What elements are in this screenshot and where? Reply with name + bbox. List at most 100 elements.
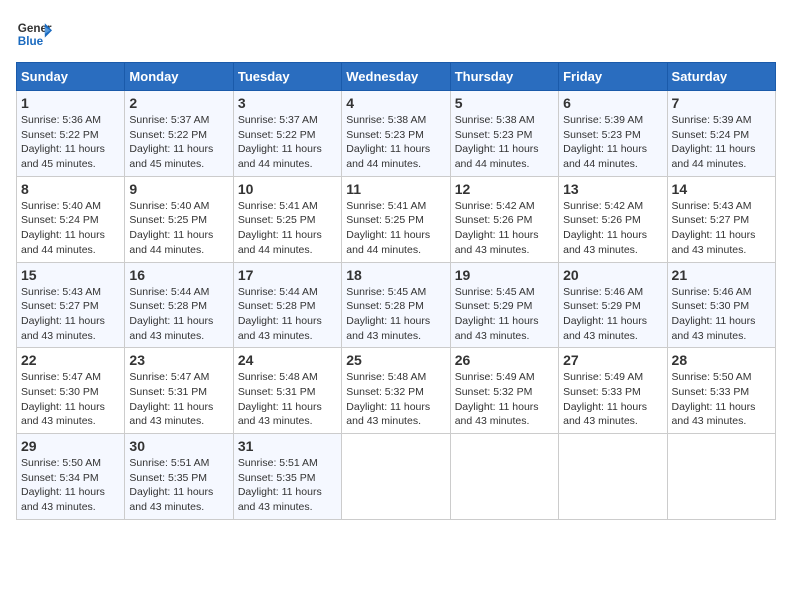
calendar-cell: 13Sunrise: 5:42 AMSunset: 5:26 PMDayligh… xyxy=(559,176,667,262)
day-info: Sunrise: 5:48 AMSunset: 5:31 PMDaylight:… xyxy=(238,371,322,427)
day-info: Sunrise: 5:37 AMSunset: 5:22 PMDaylight:… xyxy=(129,114,213,170)
calendar-cell: 25 Sunrise: 5:48 AMSunset: 5:32 PMDayligh… xyxy=(342,348,450,434)
day-info: Sunrise: 5:50 AMSunset: 5:34 PMDaylight:… xyxy=(21,457,105,513)
calendar-cell: 15 Sunrise: 5:43 AMSunset: 5:27 PMDayligh… xyxy=(17,262,125,348)
day-info: Sunrise: 5:45 AMSunset: 5:28 PMDaylight:… xyxy=(346,286,430,342)
day-info: Sunrise: 5:48 AMSunset: 5:32 PMDaylight:… xyxy=(346,371,430,427)
day-number: 8 xyxy=(21,181,120,197)
day-info: Sunrise: 5:47 AMSunset: 5:30 PMDaylight:… xyxy=(21,371,105,427)
day-number: 6 xyxy=(563,95,662,111)
calendar-cell: 28 Sunrise: 5:50 AMSunset: 5:33 PMDayligh… xyxy=(667,348,775,434)
calendar-cell: 4 Sunrise: 5:38 AMSunset: 5:23 PMDaylight… xyxy=(342,91,450,177)
day-info: Sunrise: 5:47 AMSunset: 5:31 PMDaylight:… xyxy=(129,371,213,427)
day-info: Sunrise: 5:46 AMSunset: 5:29 PMDaylight:… xyxy=(563,286,647,342)
day-number: 18 xyxy=(346,267,445,283)
day-info: Sunrise: 5:43 AMSunset: 5:27 PMDaylight:… xyxy=(672,200,756,256)
day-info: Sunrise: 5:39 AMSunset: 5:23 PMDaylight:… xyxy=(563,114,647,170)
day-number: 4 xyxy=(346,95,445,111)
calendar-cell: 1 Sunrise: 5:36 AMSunset: 5:22 PMDaylight… xyxy=(17,91,125,177)
calendar-cell: 14 Sunrise: 5:43 AMSunset: 5:27 PMDayligh… xyxy=(667,176,775,262)
day-info: Sunrise: 5:38 AMSunset: 5:23 PMDaylight:… xyxy=(346,114,430,170)
day-info: Sunrise: 5:39 AMSunset: 5:24 PMDaylight:… xyxy=(672,114,756,170)
logo-icon: General Blue xyxy=(16,16,52,52)
day-header-thursday: Thursday xyxy=(450,63,558,91)
calendar-cell xyxy=(342,434,450,520)
calendar-cell: 27 Sunrise: 5:49 AMSunset: 5:33 PMDayligh… xyxy=(559,348,667,434)
day-header-friday: Friday xyxy=(559,63,667,91)
day-info: Sunrise: 5:51 AMSunset: 5:35 PMDaylight:… xyxy=(129,457,213,513)
day-number: 26 xyxy=(455,352,554,368)
day-number: 1 xyxy=(21,95,120,111)
calendar-cell: 31 Sunrise: 5:51 AMSunset: 5:35 PMDayligh… xyxy=(233,434,341,520)
calendar-cell: 12Sunrise: 5:42 AMSunset: 5:26 PMDayligh… xyxy=(450,176,558,262)
calendar-table: SundayMondayTuesdayWednesdayThursdayFrid… xyxy=(16,62,776,520)
day-header-wednesday: Wednesday xyxy=(342,63,450,91)
day-number: 24 xyxy=(238,352,337,368)
day-number: 21 xyxy=(672,267,771,283)
day-header-saturday: Saturday xyxy=(667,63,775,91)
day-info: Sunrise: 5:41 AMSunset: 5:25 PMDaylight:… xyxy=(346,200,430,256)
day-number: 25 xyxy=(346,352,445,368)
day-info: Sunrise: 5:46 AMSunset: 5:30 PMDaylight:… xyxy=(672,286,756,342)
calendar-cell: 21 Sunrise: 5:46 AMSunset: 5:30 PMDayligh… xyxy=(667,262,775,348)
day-info: Sunrise: 5:45 AMSunset: 5:29 PMDaylight:… xyxy=(455,286,539,342)
day-number: 29 xyxy=(21,438,120,454)
day-info: Sunrise: 5:50 AMSunset: 5:33 PMDaylight:… xyxy=(672,371,756,427)
day-number: 15 xyxy=(21,267,120,283)
day-number: 27 xyxy=(563,352,662,368)
day-info: Sunrise: 5:51 AMSunset: 5:35 PMDaylight:… xyxy=(238,457,322,513)
day-info: Sunrise: 5:43 AMSunset: 5:27 PMDaylight:… xyxy=(21,286,105,342)
calendar-cell: 7 Sunrise: 5:39 AMSunset: 5:24 PMDaylight… xyxy=(667,91,775,177)
day-info: Sunrise: 5:37 AMSunset: 5:22 PMDaylight:… xyxy=(238,114,322,170)
day-number: 17 xyxy=(238,267,337,283)
calendar-cell: 23Sunrise: 5:47 AMSunset: 5:31 PMDayligh… xyxy=(125,348,233,434)
calendar-cell: 20 Sunrise: 5:46 AMSunset: 5:29 PMDayligh… xyxy=(559,262,667,348)
day-number: 11 xyxy=(346,181,445,197)
day-number: 20 xyxy=(563,267,662,283)
day-number: 2 xyxy=(129,95,228,111)
day-info: Sunrise: 5:40 AMSunset: 5:24 PMDaylight:… xyxy=(21,200,105,256)
calendar-cell xyxy=(559,434,667,520)
day-info: Sunrise: 5:42 AMSunset: 5:26 PMDaylight:… xyxy=(563,200,647,256)
day-info: Sunrise: 5:49 AMSunset: 5:32 PMDaylight:… xyxy=(455,371,539,427)
day-number: 22 xyxy=(21,352,120,368)
calendar-cell xyxy=(450,434,558,520)
calendar-cell: 29 Sunrise: 5:50 AMSunset: 5:34 PMDayligh… xyxy=(17,434,125,520)
day-number: 31 xyxy=(238,438,337,454)
calendar-cell: 5 Sunrise: 5:38 AMSunset: 5:23 PMDaylight… xyxy=(450,91,558,177)
calendar-cell: 18 Sunrise: 5:45 AMSunset: 5:28 PMDayligh… xyxy=(342,262,450,348)
day-number: 12 xyxy=(455,181,554,197)
day-number: 14 xyxy=(672,181,771,197)
calendar-cell: 24 Sunrise: 5:48 AMSunset: 5:31 PMDayligh… xyxy=(233,348,341,434)
calendar-week-4: 22 Sunrise: 5:47 AMSunset: 5:30 PMDayligh… xyxy=(17,348,776,434)
header: General Blue xyxy=(16,16,776,52)
day-number: 9 xyxy=(129,181,228,197)
day-info: Sunrise: 5:49 AMSunset: 5:33 PMDaylight:… xyxy=(563,371,647,427)
day-number: 10 xyxy=(238,181,337,197)
day-number: 19 xyxy=(455,267,554,283)
calendar-cell: 22 Sunrise: 5:47 AMSunset: 5:30 PMDayligh… xyxy=(17,348,125,434)
day-number: 28 xyxy=(672,352,771,368)
calendar-week-2: 8 Sunrise: 5:40 AMSunset: 5:24 PMDaylight… xyxy=(17,176,776,262)
day-header-monday: Monday xyxy=(125,63,233,91)
calendar-cell: 10 Sunrise: 5:41 AMSunset: 5:25 PMDayligh… xyxy=(233,176,341,262)
calendar-week-5: 29 Sunrise: 5:50 AMSunset: 5:34 PMDayligh… xyxy=(17,434,776,520)
day-info: Sunrise: 5:40 AMSunset: 5:25 PMDaylight:… xyxy=(129,200,213,256)
day-info: Sunrise: 5:44 AMSunset: 5:28 PMDaylight:… xyxy=(129,286,213,342)
day-header-tuesday: Tuesday xyxy=(233,63,341,91)
calendar-week-3: 15 Sunrise: 5:43 AMSunset: 5:27 PMDayligh… xyxy=(17,262,776,348)
calendar-cell: 6 Sunrise: 5:39 AMSunset: 5:23 PMDaylight… xyxy=(559,91,667,177)
calendar-week-1: 1 Sunrise: 5:36 AMSunset: 5:22 PMDaylight… xyxy=(17,91,776,177)
calendar-cell: 11 Sunrise: 5:41 AMSunset: 5:25 PMDayligh… xyxy=(342,176,450,262)
header-row: SundayMondayTuesdayWednesdayThursdayFrid… xyxy=(17,63,776,91)
calendar-cell: 9 Sunrise: 5:40 AMSunset: 5:25 PMDaylight… xyxy=(125,176,233,262)
day-info: Sunrise: 5:36 AMSunset: 5:22 PMDaylight:… xyxy=(21,114,105,170)
day-info: Sunrise: 5:38 AMSunset: 5:23 PMDaylight:… xyxy=(455,114,539,170)
day-info: Sunrise: 5:41 AMSunset: 5:25 PMDaylight:… xyxy=(238,200,322,256)
day-number: 7 xyxy=(672,95,771,111)
day-info: Sunrise: 5:44 AMSunset: 5:28 PMDaylight:… xyxy=(238,286,322,342)
calendar-cell: 17 Sunrise: 5:44 AMSunset: 5:28 PMDayligh… xyxy=(233,262,341,348)
day-number: 5 xyxy=(455,95,554,111)
calendar-cell: 26 Sunrise: 5:49 AMSunset: 5:32 PMDayligh… xyxy=(450,348,558,434)
calendar-cell: 16Sunrise: 5:44 AMSunset: 5:28 PMDayligh… xyxy=(125,262,233,348)
